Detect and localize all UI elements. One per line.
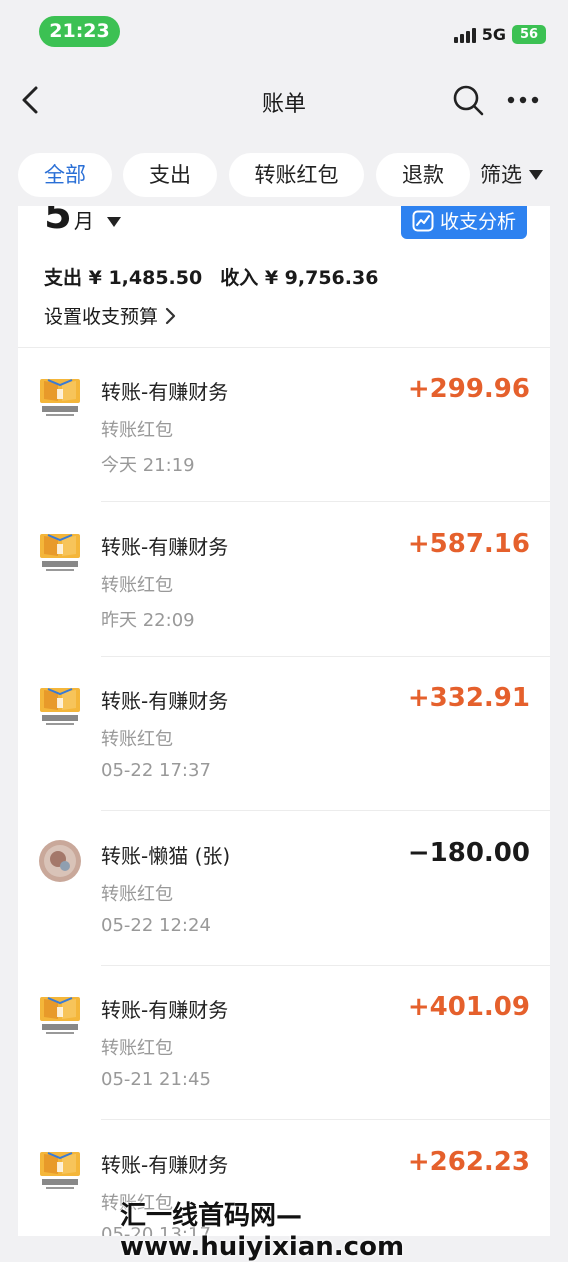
chart-trend-icon <box>412 210 434 231</box>
more-icon[interactable] <box>504 84 542 116</box>
expense-total: 支出 ¥ 1,485.50 <box>44 267 203 289</box>
transaction-row[interactable]: 转账-有赚财务 转账红包 05-22 17:37 +332.91 <box>18 657 550 811</box>
transaction-time: 05-21 21:45 <box>101 1069 211 1090</box>
book-logo-icon <box>38 684 82 728</box>
watermark-text: 汇一线首码网—www.huiyixian.com <box>120 1201 405 1262</box>
status-time: 21:23 <box>39 16 120 47</box>
book-logo-icon <box>38 993 82 1037</box>
month-unit: 月 <box>73 209 94 233</box>
transaction-time: 05-22 17:37 <box>101 760 211 781</box>
budget-label: 设置收支预算 <box>44 306 159 328</box>
bill-card: 5 月 收支分析 支出 ¥ 1,485.50 收入 ¥ 9,756.36 设置收… <box>18 206 550 1236</box>
transaction-time: 05-22 12:24 <box>101 914 211 936</box>
transaction-time: 昨天 22:09 <box>101 609 195 631</box>
transaction-row[interactable]: 转账-有赚财务 转账红包 05-21 21:45 +401.09 <box>18 966 550 1120</box>
transaction-amount: +587.16 <box>407 528 530 559</box>
transaction-name: 转账-有赚财务 <box>101 998 229 1022</box>
transaction-row[interactable]: 转账-懒猫 (张) 转账红包 05-22 12:24 −180.00 <box>18 812 550 966</box>
budget-link[interactable]: 设置收支预算 <box>44 302 176 329</box>
caret-down-icon <box>529 170 543 180</box>
avatar-photo-icon <box>38 839 82 883</box>
filter-chip-all[interactable]: 全部 <box>18 153 112 197</box>
transaction-amount: −180.00 <box>407 837 530 868</box>
status-icons: 5G 56 <box>453 25 546 44</box>
transaction-name: 转账-有赚财务 <box>101 380 229 404</box>
transaction-row[interactable]: 转账-有赚财务 转账红包昨天 22:09 +587.16 <box>18 503 550 657</box>
transaction-category: 转账红包 <box>101 729 173 750</box>
income-total: 收入 ¥ 9,756.36 <box>220 267 379 289</box>
filter-chip-transfer[interactable]: 转账红包 <box>229 153 364 197</box>
transaction-amount: +299.96 <box>407 374 530 404</box>
filter-bar: 全部 支出 转账红包 退款 筛选 <box>0 153 568 199</box>
chevron-right-icon <box>165 307 176 324</box>
book-logo-icon <box>38 1148 82 1192</box>
analysis-button[interactable]: 收支分析 <box>401 206 527 239</box>
transaction-name: 转账-懒猫 (张) <box>101 843 231 868</box>
search-icon[interactable] <box>450 82 486 118</box>
transaction-name: 转账-有赚财务 <box>101 689 229 713</box>
transaction-category: 转账红包 <box>101 574 173 596</box>
filter-button[interactable]: 筛选 <box>480 153 544 197</box>
transaction-amount: +262.23 <box>407 1146 530 1177</box>
status-bar: 21:23 5G 56 <box>0 0 568 62</box>
transaction-row[interactable]: 转账-有赚财务 转账红包今天 21:19 +299.96 <box>18 348 550 502</box>
book-logo-icon <box>38 530 82 574</box>
transaction-amount: +401.09 <box>407 992 530 1022</box>
transaction-time: 今天 21:19 <box>101 455 195 476</box>
transaction-amount: +332.91 <box>407 683 530 713</box>
book-logo-icon <box>38 375 82 419</box>
analysis-label: 收支分析 <box>439 211 516 233</box>
battery-icon: 56 <box>512 25 546 44</box>
transaction-category: 转账红包 <box>101 883 173 905</box>
filter-chip-expense[interactable]: 支出 <box>123 153 217 197</box>
month-selector[interactable]: 5 月 <box>44 206 122 238</box>
filter-chip-refund[interactable]: 退款 <box>376 153 470 197</box>
network-label: 5G <box>481 25 506 44</box>
transaction-name: 转账-有赚财务 <box>101 1152 229 1177</box>
signal-icon <box>453 27 476 43</box>
month-number: 5 <box>44 206 72 238</box>
month-summary: 支出 ¥ 1,485.50 收入 ¥ 9,756.36 <box>44 263 378 290</box>
nav-bar: 账单 <box>0 62 568 140</box>
transaction-category: 转账红包 <box>101 1038 173 1059</box>
transaction-name: 转账-有赚财务 <box>101 534 229 559</box>
transaction-category: 转账红包 <box>101 420 173 441</box>
caret-down-icon <box>106 217 121 227</box>
filter-label: 筛选 <box>480 163 522 187</box>
